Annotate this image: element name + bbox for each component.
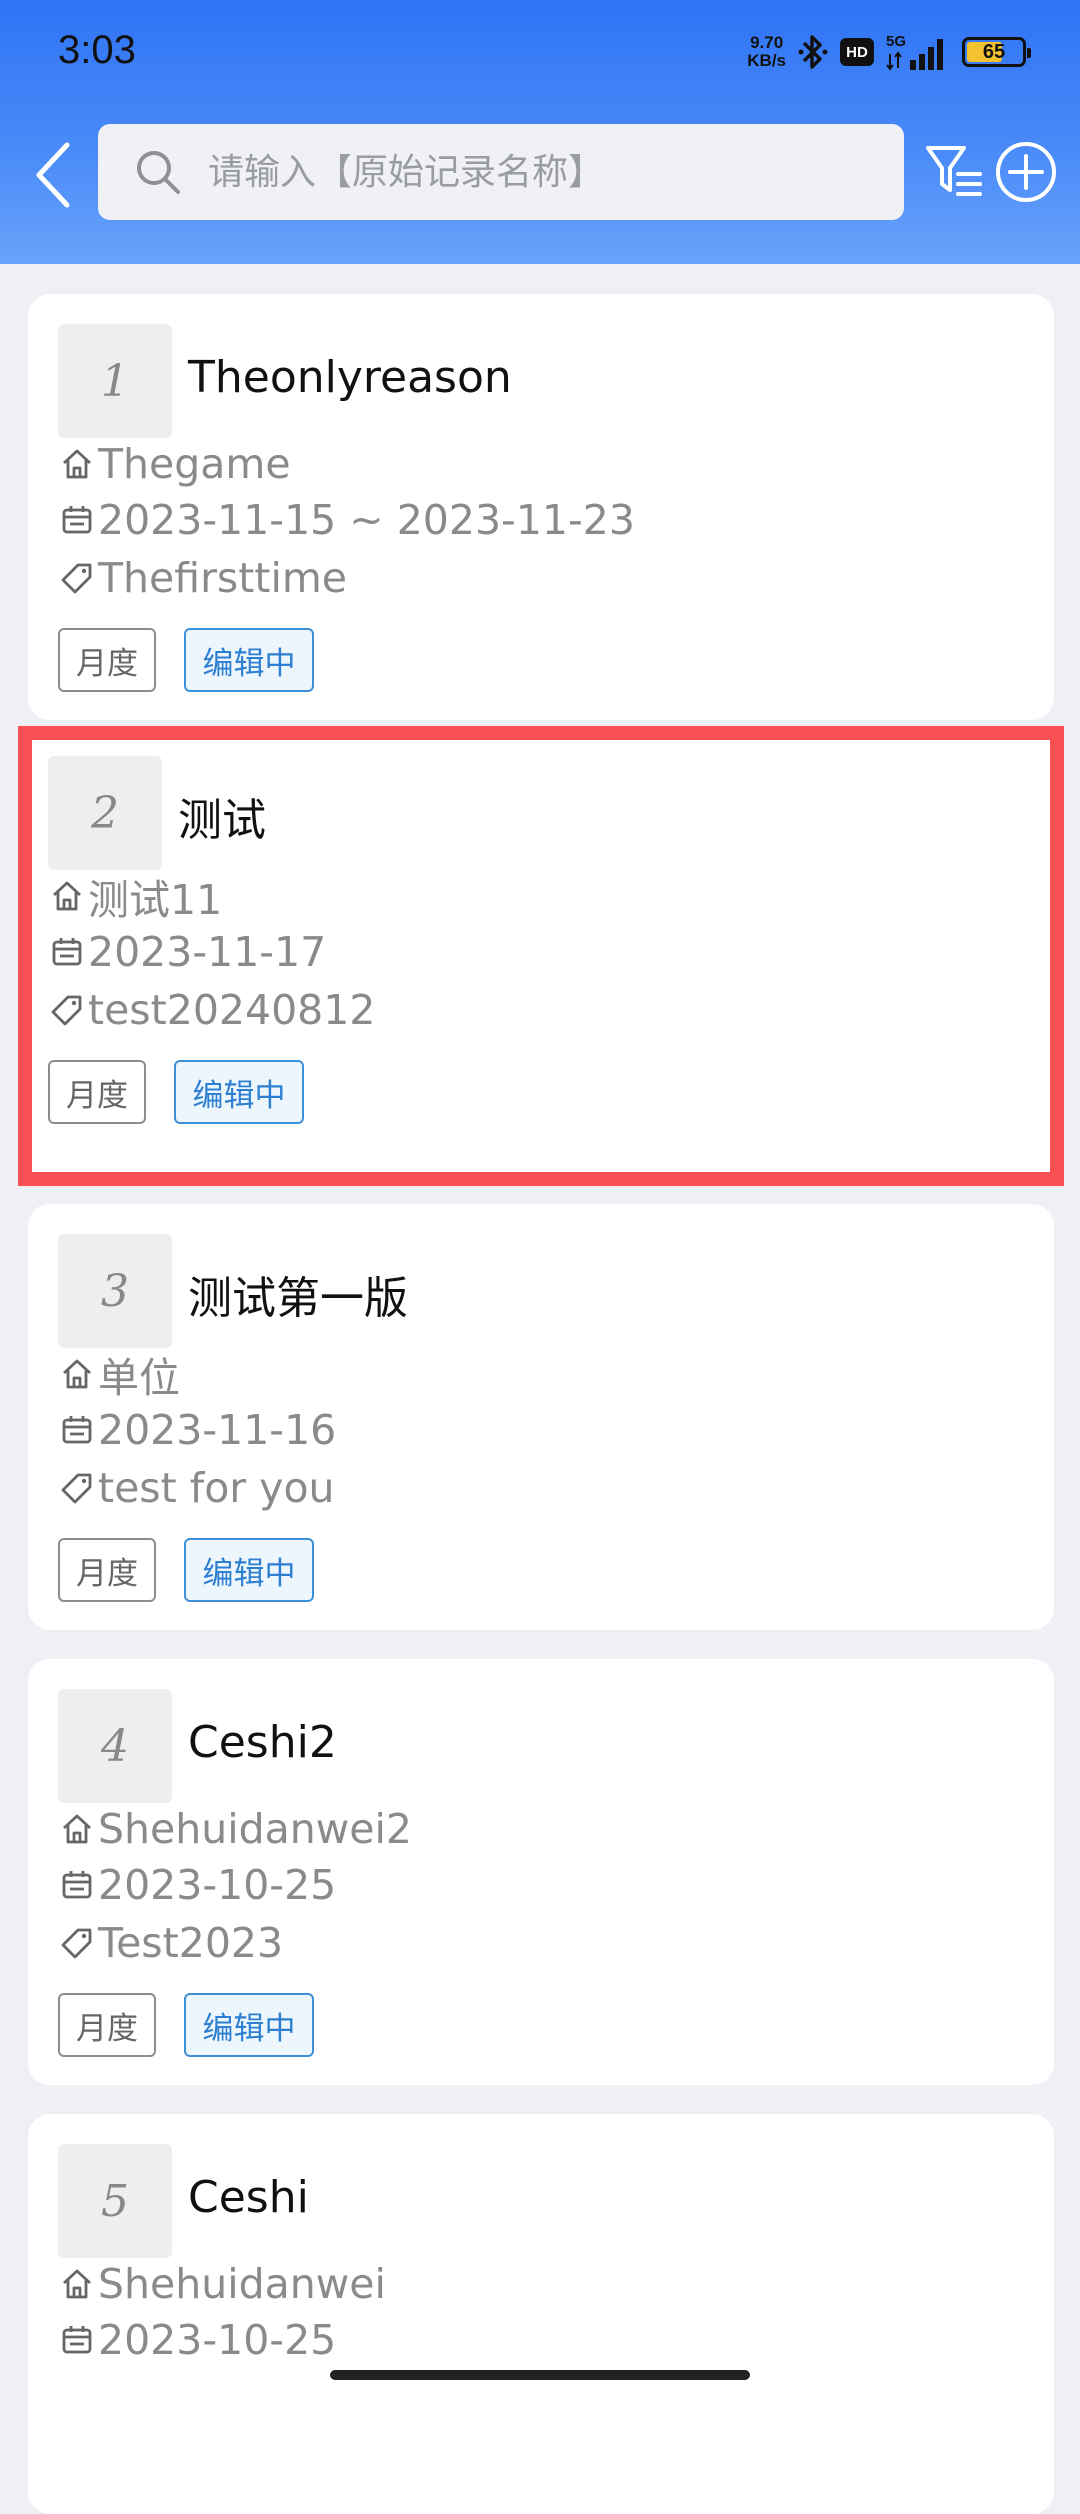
record-tag: test for you xyxy=(60,1460,335,1516)
period-badge: 月度 xyxy=(58,1538,156,1602)
bluetooth-icon xyxy=(798,35,828,69)
period-badge: 月度 xyxy=(58,628,156,692)
record-title: 测试第一版 xyxy=(188,1273,408,1324)
tag-icon xyxy=(61,563,92,594)
record-index: 1 xyxy=(58,324,172,438)
filter-list-icon xyxy=(926,146,982,196)
filter-button[interactable] xyxy=(924,140,984,204)
network-type: 5G xyxy=(886,33,906,50)
battery-indicator: 65 xyxy=(962,37,1031,67)
status-badge: 编辑中 xyxy=(184,628,314,692)
status-badge: 编辑中 xyxy=(174,1060,304,1124)
home-icon xyxy=(63,1814,91,1844)
app-header: 3:03 9.70 KB/s HD 5G 65 xyxy=(0,0,1080,264)
status-icons: 9.70 KB/s HD 5G 65 xyxy=(747,30,1031,74)
record-unit: Shehuidanwei xyxy=(60,2256,386,2312)
hd-badge: HD xyxy=(840,38,874,66)
tag-icon xyxy=(51,995,82,1026)
record-title: Ceshi2 xyxy=(188,1717,337,1768)
back-button[interactable] xyxy=(18,130,88,220)
battery-level: 65 xyxy=(982,40,1006,63)
tag-icon xyxy=(61,1928,92,1959)
calendar-icon xyxy=(62,506,92,534)
period-badge: 月度 xyxy=(58,1993,156,2057)
record-date: 2023-11-17 xyxy=(50,924,326,980)
record-index: 2 xyxy=(48,756,162,870)
record-index: 4 xyxy=(58,1689,172,1803)
calendar-icon xyxy=(62,1871,92,1899)
status-time: 3:03 xyxy=(58,28,136,72)
calendar-icon xyxy=(62,2326,92,2354)
record-tag: Thefirsttime xyxy=(60,550,347,606)
record-date: 2023-11-15 ~ 2023-11-23 xyxy=(60,492,635,548)
record-card-5[interactable]: 5 Ceshi Shehuidanwei 2023-10-25 xyxy=(28,2114,1054,2514)
tag-icon xyxy=(61,1473,92,1504)
search-icon xyxy=(137,151,180,194)
status-bar: 3:03 9.70 KB/s HD 5G 65 xyxy=(0,0,1080,104)
record-index: 3 xyxy=(58,1234,172,1348)
home-icon xyxy=(53,881,81,911)
record-title: Ceshi xyxy=(188,2172,309,2223)
record-card-3[interactable]: 3 测试第一版 单位 2023-11-16 test for you 月度 编辑… xyxy=(28,1204,1054,1630)
plus-circle-icon xyxy=(996,142,1056,202)
record-unit: 单位 xyxy=(60,1346,180,1402)
record-date: 2023-10-25 xyxy=(60,2312,336,2368)
period-badge: 月度 xyxy=(48,1060,146,1124)
calendar-icon xyxy=(62,1416,92,1444)
signal-5g-icon: 5G xyxy=(886,33,943,71)
record-tag: test20240812 xyxy=(50,982,375,1038)
record-title: Theonlyreason xyxy=(188,352,512,403)
record-tag: Test2023 xyxy=(60,1915,283,1971)
record-date: 2023-10-25 xyxy=(60,1857,336,1913)
record-title: 测试 xyxy=(178,795,266,846)
record-index: 5 xyxy=(58,2144,172,2258)
record-card-2[interactable]: 2 测试 测试11 2023-11-17 test20240812 月度 编辑中 xyxy=(18,726,1064,1186)
record-card-1[interactable]: 1 Theonlyreason Thegame 2023-11-15 ~ 202… xyxy=(28,294,1054,720)
status-badge: 编辑中 xyxy=(184,1993,314,2057)
record-card-4[interactable]: 4 Ceshi2 Shehuidanwei2 2023-10-25 Test20… xyxy=(28,1659,1054,2085)
record-unit: Thegame xyxy=(60,436,291,492)
record-date: 2023-11-16 xyxy=(60,1402,336,1458)
record-unit: Shehuidanwei2 xyxy=(60,1801,412,1857)
home-icon xyxy=(63,1359,91,1389)
chevron-left-icon xyxy=(36,142,70,208)
search-box[interactable] xyxy=(98,124,904,220)
search-input[interactable] xyxy=(206,124,886,220)
home-icon xyxy=(63,2269,91,2299)
home-icon xyxy=(63,449,91,479)
record-unit: 测试11 xyxy=(50,868,222,924)
network-speed: 9.70 KB/s xyxy=(747,33,786,70)
home-indicator[interactable] xyxy=(330,2370,750,2380)
status-badge: 编辑中 xyxy=(184,1538,314,1602)
calendar-icon xyxy=(52,938,82,966)
add-button[interactable] xyxy=(994,140,1058,204)
